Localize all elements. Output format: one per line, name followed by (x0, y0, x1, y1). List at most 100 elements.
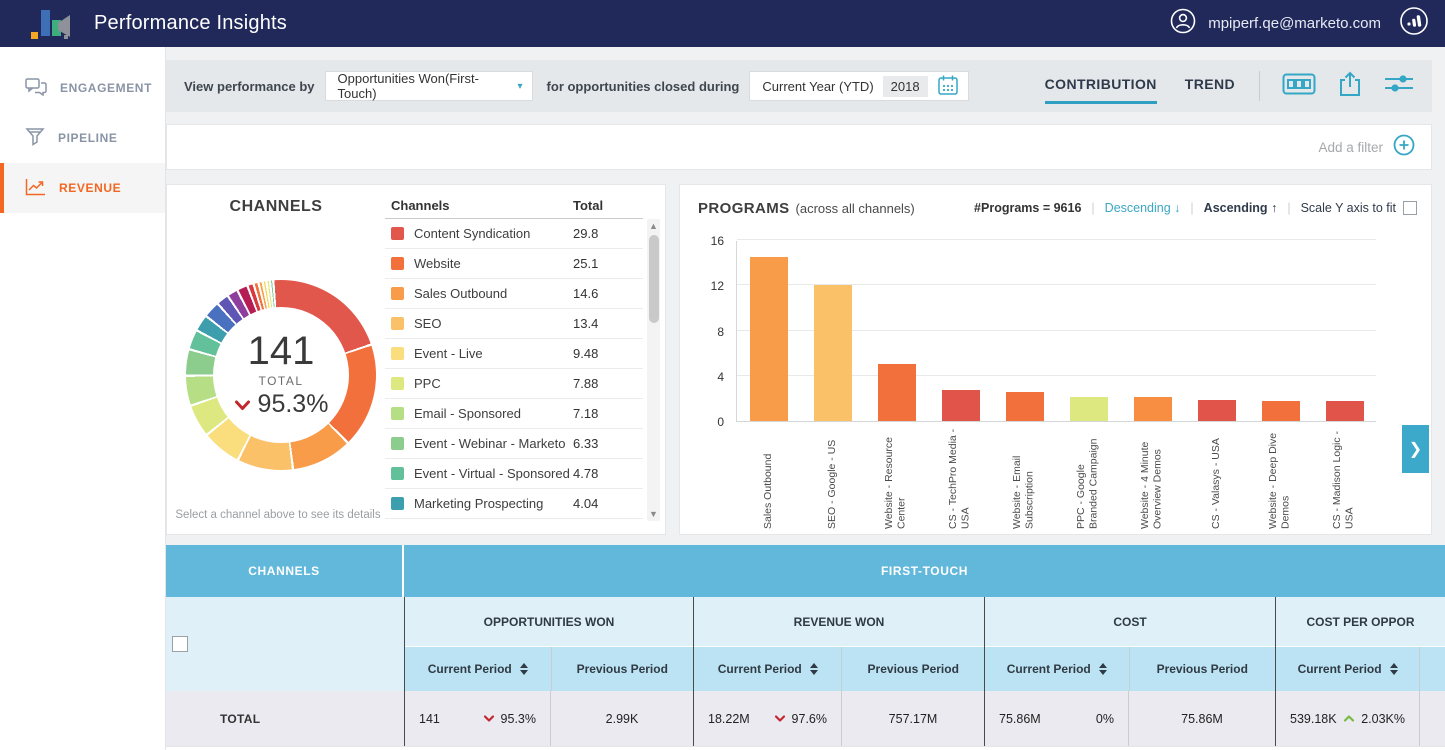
calendar-icon[interactable] (937, 74, 959, 99)
channel-name: PPC (414, 376, 441, 391)
settings-sliders-icon[interactable] (1384, 73, 1414, 100)
tab-contribution[interactable]: CONTRIBUTION (1045, 68, 1157, 104)
tab-trend[interactable]: TREND (1185, 68, 1235, 104)
arrow-down-icon (234, 399, 251, 411)
program-bar[interactable] (1198, 400, 1236, 421)
sort-descending-link[interactable]: Descending ↓ (1105, 201, 1181, 215)
chart-next-page-button[interactable]: ❯ (1402, 425, 1429, 473)
program-bar[interactable] (878, 364, 916, 421)
view-by-dropdown[interactable]: Opportunities Won(First-Touch) ▾ (325, 71, 533, 101)
add-filter-plus-icon[interactable] (1393, 134, 1415, 161)
marketo-logo-icon[interactable] (1399, 6, 1429, 41)
user-email[interactable]: mpiperf.qe@marketo.com (1208, 15, 1381, 32)
channel-list-item[interactable]: Sales Outbound 14.6 (385, 279, 643, 309)
table-group-cost-per-oppor: COST PER OPPOR Current Period (1275, 597, 1445, 691)
value-cell: 2.99K (550, 691, 693, 746)
view-by-value: Opportunities Won(First-Touch) (338, 71, 518, 101)
current-period-header[interactable]: Current Period (694, 647, 841, 691)
revenue-chart-icon (25, 178, 46, 199)
program-bar[interactable] (1134, 397, 1172, 421)
channel-total: 25.1 (573, 256, 643, 271)
channel-list-item[interactable]: Event - Virtual - Sponsored 4.78 (385, 459, 643, 489)
app-logo-icon (28, 7, 72, 41)
current-period-header[interactable]: Current Period (405, 647, 551, 691)
sidebar-item-pipeline[interactable]: PIPELINE (0, 113, 165, 163)
channel-list-item[interactable]: SEO 13.4 (385, 309, 643, 339)
current-period-header[interactable]: Current Period (1276, 647, 1419, 691)
channel-name: Event - Virtual - Sponsored (414, 466, 570, 481)
x-axis-label: Website - 4 Minute Overview Demos (1139, 427, 1164, 529)
y-axis-tick: 8 (694, 325, 724, 339)
table-group-cost: COST Current Period Previous Period (984, 597, 1275, 691)
channels-donut-chart[interactable]: 141 TOTAL 95.3% (186, 280, 376, 470)
sort-icon[interactable] (810, 663, 818, 675)
program-bar[interactable] (814, 285, 852, 421)
sort-icon[interactable] (520, 663, 528, 675)
channel-total: 4.04 (573, 496, 643, 511)
export-share-icon[interactable] (1338, 71, 1362, 102)
donut-center: 141 TOTAL 95.3% (213, 307, 349, 443)
program-bar[interactable] (1070, 397, 1108, 421)
cell-value: 2.99K (606, 712, 639, 726)
main-content: View performance by Opportunities Won(Fi… (166, 47, 1445, 750)
row-name: TOTAL (194, 691, 404, 746)
sort-icon[interactable] (1099, 663, 1107, 675)
previous-period-header[interactable]: Previous Period (841, 647, 984, 691)
table-row-total[interactable]: TOTAL 141 95.3% 2.99K 18.22M 97.6% 757.1… (166, 691, 1445, 746)
scale-y-axis-label: Scale Y axis to fit (1301, 201, 1396, 215)
channel-list-item[interactable]: Content Syndication 29.8 (385, 219, 643, 249)
scale-y-axis-checkbox[interactable] (1403, 201, 1417, 215)
program-bar[interactable] (942, 390, 980, 421)
programs-header: PROGRAMS (across all channels) #Programs… (680, 185, 1431, 231)
sidebar-item-label: ENGAGEMENT (60, 81, 152, 95)
engagement-chat-icon (25, 78, 47, 99)
scrollbar-thumb[interactable] (649, 235, 659, 323)
programs-panel: PROGRAMS (across all channels) #Programs… (679, 184, 1432, 535)
previous-period-header[interactable]: Previous Period (1129, 647, 1276, 691)
x-axis-label: SEO - Google - US (826, 427, 839, 529)
cell-value: 18.22M (708, 712, 750, 726)
program-bar[interactable] (1326, 401, 1364, 421)
scroll-up-icon[interactable]: ▲ (647, 221, 660, 231)
sort-icon[interactable] (1390, 663, 1398, 675)
programs-title: PROGRAMS (698, 200, 790, 217)
cell-delta: 0% (1096, 712, 1114, 726)
channel-list-item[interactable]: Website 25.1 (385, 249, 643, 279)
channel-list-item[interactable]: Event - Webinar - Marketo 6.33 (385, 429, 643, 459)
program-bar[interactable] (1006, 392, 1044, 421)
table-group-revenue-won: REVENUE WON Current Period Previous Peri… (693, 597, 984, 691)
sort-ascending-link[interactable]: Ascending ↑ (1204, 201, 1278, 215)
group-label: COST PER OPPOR (1276, 597, 1445, 647)
table-next-row-sliver (166, 746, 1445, 750)
scroll-down-icon[interactable]: ▼ (647, 509, 660, 519)
channel-name: Marketing Prospecting (414, 496, 543, 511)
previous-period-header[interactable]: Previous Period (551, 647, 694, 691)
channel-color-chip (391, 377, 404, 390)
current-period-header[interactable]: Current Period (985, 647, 1129, 691)
page-title: Performance Insights (94, 12, 287, 35)
channels-list-col-channel: Channels (385, 198, 450, 213)
sidebar-item-label: REVENUE (59, 181, 121, 195)
sidebar-item-engagement[interactable]: ENGAGEMENT (0, 63, 165, 113)
channel-list-item[interactable]: PPC 7.88 (385, 369, 643, 399)
channel-color-chip (391, 407, 404, 420)
sidebar-item-revenue[interactable]: REVENUE (0, 163, 165, 213)
channel-name: Website (414, 256, 461, 271)
channel-name: Event - Webinar - Marketo (414, 436, 565, 451)
select-all-checkbox[interactable] (172, 636, 188, 652)
add-filter-label[interactable]: Add a filter (1318, 140, 1383, 155)
arrow-up-icon: ↑ (1271, 201, 1277, 215)
pipeline-funnel-icon (25, 127, 45, 149)
card-view-icon[interactable] (1282, 73, 1316, 100)
x-axis-label: CS - Madison Logic - USA (1331, 427, 1356, 529)
channel-list-item[interactable]: Event - Live 9.48 (385, 339, 643, 369)
channel-list-item[interactable]: Marketing Prospecting 4.04 (385, 489, 643, 519)
x-axis-label: Sales Outbound (762, 427, 775, 529)
program-bar[interactable] (1262, 401, 1300, 421)
value-cell: 141 95.3% (404, 691, 550, 746)
period-dropdown[interactable]: Current Year (YTD) 2018 (749, 71, 968, 101)
channels-list-scrollbar[interactable]: ▲ ▼ (647, 219, 660, 521)
user-avatar-icon[interactable] (1170, 8, 1196, 39)
channel-list-item[interactable]: Email - Sponsored 7.18 (385, 399, 643, 429)
program-bar[interactable] (750, 257, 788, 421)
